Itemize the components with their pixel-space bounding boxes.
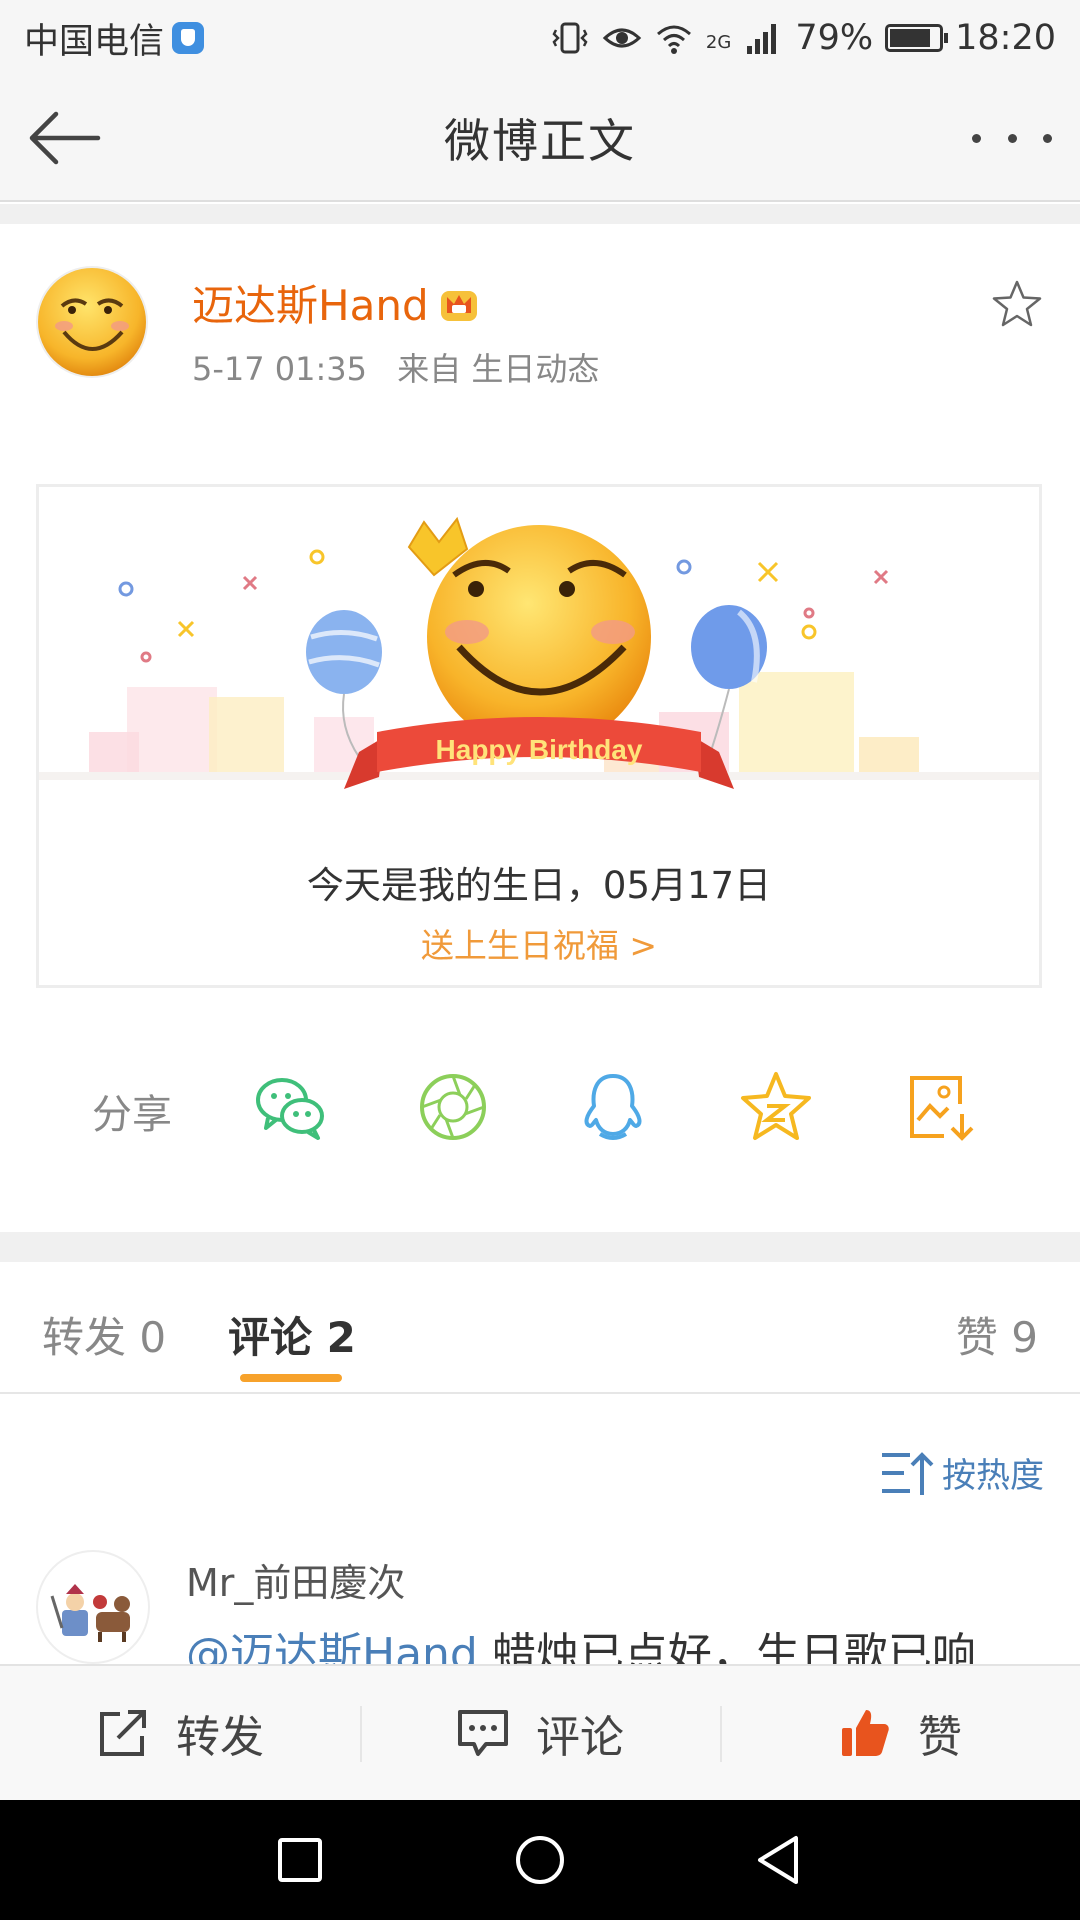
vip-crown-icon bbox=[440, 290, 477, 321]
clock: 18:20 bbox=[955, 18, 1056, 58]
comment-label: 评论 bbox=[536, 1712, 624, 1763]
tab-like[interactable]: 赞 9 bbox=[956, 1304, 1038, 1365]
birthday-message: 今天是我的生日，05月17日 bbox=[306, 864, 772, 907]
like-label: 赞 bbox=[918, 1712, 962, 1763]
thumbs-up-icon bbox=[842, 1710, 889, 1756]
recents-square-icon[interactable] bbox=[270, 1830, 330, 1890]
birthday-card[interactable]: Happy Birthday 今天是我的生日，05月17日 送上生日祝福 > bbox=[36, 484, 1042, 988]
commenter-name[interactable]: Mr_前田慶次 bbox=[186, 1552, 405, 1607]
battery-icon bbox=[885, 24, 949, 52]
battery-percent: 79% bbox=[795, 18, 874, 58]
security-shield-icon bbox=[172, 22, 205, 54]
carrier-name: 中国电信 bbox=[24, 21, 165, 62]
active-tab-indicator bbox=[240, 1374, 342, 1382]
tab-comment[interactable]: 评论 2 bbox=[228, 1304, 356, 1365]
sort-label: 按热度 bbox=[942, 1456, 1044, 1496]
happy-birthday-banner: Happy Birthday bbox=[436, 734, 643, 765]
back-triangle-icon[interactable] bbox=[750, 1830, 810, 1890]
signal-icon bbox=[747, 24, 777, 54]
wifi-icon bbox=[656, 25, 691, 54]
star-icon[interactable] bbox=[990, 278, 1044, 332]
commenter-avatar[interactable] bbox=[36, 1550, 150, 1664]
sort-button[interactable]: 按热度 bbox=[880, 1448, 1044, 1497]
header-bar: 微博正文 bbox=[0, 76, 1080, 202]
arrow-left-icon[interactable] bbox=[26, 106, 106, 170]
moments-icon[interactable] bbox=[414, 1068, 492, 1146]
post-tabs: 转发 0 评论 2 赞 9 bbox=[0, 1262, 1080, 1394]
qzone-icon[interactable] bbox=[737, 1068, 815, 1146]
sort-icon bbox=[882, 1451, 934, 1495]
system-nav-bar bbox=[0, 1800, 1080, 1920]
author-avatar[interactable] bbox=[36, 266, 148, 378]
post-time: 5-17 01:35 bbox=[192, 350, 368, 388]
comment-button[interactable]: 评论 bbox=[360, 1666, 720, 1800]
vibrate-icon bbox=[552, 22, 588, 54]
comment-icon bbox=[458, 1710, 508, 1756]
section-divider bbox=[0, 204, 1080, 224]
qq-icon[interactable] bbox=[574, 1068, 652, 1146]
birthday-illustration: Happy Birthday bbox=[39, 516, 1039, 789]
home-circle-icon[interactable] bbox=[510, 1830, 570, 1890]
page-title: 微博正文 bbox=[444, 114, 636, 168]
share-label: 分享 bbox=[92, 1092, 172, 1138]
author-name[interactable]: 迈达斯Hand bbox=[192, 272, 481, 333]
more-dots-icon[interactable] bbox=[972, 120, 1052, 156]
eye-icon bbox=[602, 28, 642, 48]
network-type: 2G bbox=[705, 32, 732, 53]
tab-repost[interactable]: 转发 0 bbox=[42, 1304, 166, 1365]
repost-label: 转发 bbox=[176, 1712, 264, 1763]
author-name-text[interactable]: 迈达斯Hand bbox=[192, 272, 429, 333]
bottom-action-bar: 转发 评论 赞 bbox=[0, 1664, 1080, 1800]
status-bar: 中国电信 2G 79% 18:20 bbox=[0, 0, 1080, 76]
section-divider bbox=[0, 1232, 1080, 1262]
like-button[interactable]: 赞 bbox=[720, 1666, 1080, 1800]
save-image-icon[interactable] bbox=[900, 1068, 978, 1146]
repost-button[interactable]: 转发 bbox=[0, 1666, 360, 1800]
share-out-icon bbox=[100, 1710, 146, 1756]
post-meta: 5-17 01:35 来自 生日动态 bbox=[192, 344, 599, 390]
send-wishes-link[interactable]: 送上生日祝福 > bbox=[39, 919, 1039, 967]
wechat-icon[interactable] bbox=[252, 1068, 330, 1146]
post-source: 来自 生日动态 bbox=[397, 350, 600, 388]
